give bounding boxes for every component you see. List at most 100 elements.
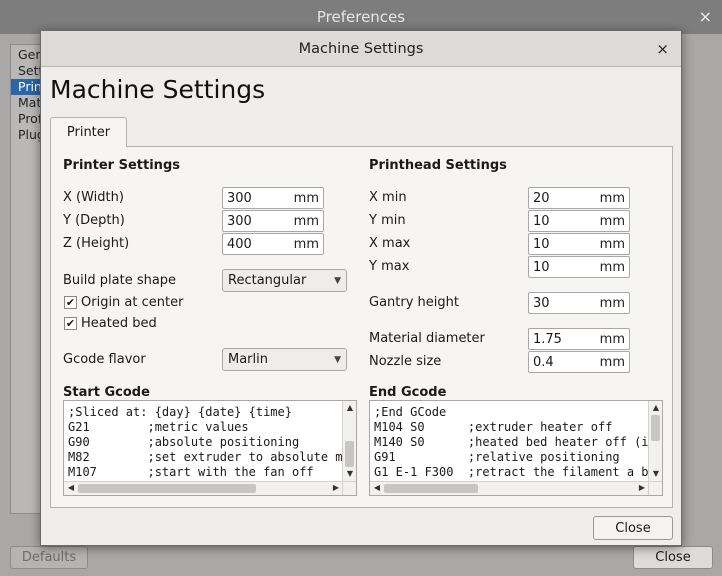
x-min-unit: mm (599, 190, 625, 206)
depth-label: Y (Depth) (63, 213, 125, 228)
scroll-thumb[interactable] (78, 484, 256, 493)
y-max-unit: mm (599, 259, 625, 275)
y-min-unit: mm (599, 213, 625, 229)
scrollbar-corner (342, 481, 356, 495)
x-max-label: X max (369, 236, 411, 251)
page-title: Machine Settings (50, 75, 266, 104)
scroll-thumb[interactable] (651, 415, 660, 441)
y-max-label: Y max (369, 259, 410, 274)
gcode-line: ;End GCode (374, 405, 447, 419)
scroll-up-icon[interactable]: ▲ (650, 403, 662, 412)
origin-center-label: Origin at center (81, 295, 184, 310)
start-gcode-title: Start Gcode (63, 385, 150, 400)
close-button[interactable]: Close (593, 516, 673, 540)
dialog-title: Machine Settings (298, 40, 424, 57)
start-gcode-horizontal-scrollbar[interactable]: ◀ ▶ (64, 481, 344, 495)
y-min-label: Y min (369, 213, 406, 228)
scroll-thumb[interactable] (384, 484, 478, 493)
heated-bed-label: Heated bed (81, 316, 157, 331)
scroll-thumb[interactable] (345, 441, 354, 467)
width-unit: mm (293, 190, 319, 206)
build-plate-label: Build plate shape (63, 273, 177, 288)
origin-center-checkbox[interactable]: ✔ (64, 296, 77, 309)
scroll-left-icon[interactable]: ◀ (65, 483, 77, 492)
scroll-left-icon[interactable]: ◀ (371, 483, 383, 492)
scroll-right-icon[interactable]: ▶ (636, 483, 648, 492)
start-gcode-text: ;Sliced at: {day} {date} {time} G21 ;met… (68, 405, 343, 481)
x-max-unit: mm (599, 236, 625, 252)
start-gcode-editor[interactable]: ;Sliced at: {day} {date} {time} G21 ;met… (63, 400, 357, 496)
heated-bed-checkbox[interactable]: ✔ (64, 317, 77, 330)
material-diameter-value: 1.75 (533, 331, 562, 347)
chevron-down-icon: ▼ (334, 275, 341, 286)
tab-panel: Printer Settings X (Width) 300 mm Y (Dep… (50, 146, 673, 508)
material-diameter-unit: mm (599, 331, 625, 347)
material-diameter-label: Material diameter (369, 331, 485, 346)
gcode-flavor-value: Marlin (228, 352, 268, 367)
depth-value: 300 (227, 213, 252, 229)
gcode-line: ;Sliced at: {day} {date} {time} (68, 405, 292, 419)
height-field[interactable]: 400 mm (222, 233, 324, 255)
height-label: Z (Height) (63, 236, 130, 251)
width-value: 300 (227, 190, 252, 206)
gantry-height-unit: mm (599, 295, 625, 311)
x-min-field[interactable]: 20 mm (528, 187, 630, 209)
close-icon[interactable]: × (656, 40, 669, 58)
height-value: 400 (227, 236, 252, 252)
end-gcode-horizontal-scrollbar[interactable]: ◀ ▶ (370, 481, 650, 495)
end-gcode-vertical-scrollbar[interactable]: ▲ ▼ (648, 401, 662, 481)
build-plate-value: Rectangular (228, 273, 307, 288)
nozzle-size-value: 0.4 (533, 354, 554, 370)
gcode-flavor-select[interactable]: Marlin ▼ (222, 348, 347, 371)
printhead-settings-title: Printhead Settings (369, 158, 507, 173)
x-min-value: 20 (533, 190, 550, 206)
nozzle-size-field[interactable]: 0.4 mm (528, 351, 630, 373)
gcode-line: G90 ;absolute positioning (68, 435, 300, 449)
close-icon[interactable]: × (699, 7, 712, 26)
gantry-height-field[interactable]: 30 mm (528, 292, 630, 314)
gcode-flavor-label: Gcode flavor (63, 352, 146, 367)
preferences-title: Preferences (316, 8, 406, 26)
scroll-up-icon[interactable]: ▲ (344, 403, 356, 412)
scroll-down-icon[interactable]: ▼ (344, 469, 356, 478)
start-gcode-vertical-scrollbar[interactable]: ▲ ▼ (342, 401, 356, 481)
preferences-titlebar: Preferences × (0, 0, 722, 34)
defaults-button[interactable]: Defaults (10, 546, 88, 569)
x-min-label: X min (369, 190, 407, 205)
height-unit: mm (293, 236, 319, 252)
nozzle-size-label: Nozzle size (369, 354, 442, 369)
material-diameter-field[interactable]: 1.75 mm (528, 328, 630, 350)
end-gcode-text: ;End GCode M104 S0 ;extruder heater off … (374, 405, 649, 481)
gcode-line: G1 E-1 F300 ;retract the filament a b (374, 465, 649, 479)
width-field[interactable]: 300 mm (222, 187, 324, 209)
gcode-line: G91 ;relative positioning (374, 450, 620, 464)
end-gcode-editor[interactable]: ;End GCode M104 S0 ;extruder heater off … (369, 400, 663, 496)
width-label: X (Width) (63, 190, 124, 205)
gcode-line: M107 ;start with the fan off (68, 465, 314, 479)
gcode-line: G21 ;metric values (68, 420, 249, 434)
dialog-titlebar: Machine Settings × (41, 31, 681, 67)
nozzle-size-unit: mm (599, 354, 625, 370)
printer-settings-title: Printer Settings (63, 158, 180, 173)
scrollbar-corner (648, 481, 662, 495)
gcode-line: M104 S0 ;extruder heater off (374, 420, 613, 434)
y-min-value: 10 (533, 213, 550, 229)
depth-unit: mm (293, 213, 319, 229)
gantry-height-label: Gantry height (369, 295, 459, 310)
x-max-field[interactable]: 10 mm (528, 233, 630, 255)
gantry-height-value: 30 (533, 295, 550, 311)
end-gcode-title: End Gcode (369, 385, 447, 400)
scroll-right-icon[interactable]: ▶ (330, 483, 342, 492)
machine-settings-dialog: Machine Settings × Machine Settings Prin… (40, 30, 682, 546)
depth-field[interactable]: 300 mm (222, 210, 324, 232)
x-max-value: 10 (533, 236, 550, 252)
gcode-line: M82 ;set extruder to absolute m (68, 450, 343, 464)
y-min-field[interactable]: 10 mm (528, 210, 630, 232)
tab-printer[interactable]: Printer (50, 117, 127, 147)
build-plate-select[interactable]: Rectangular ▼ (222, 269, 347, 292)
y-max-field[interactable]: 10 mm (528, 256, 630, 278)
preferences-close-button[interactable]: Close (633, 546, 713, 569)
scroll-down-icon[interactable]: ▼ (650, 469, 662, 478)
y-max-value: 10 (533, 259, 550, 275)
gcode-line: M140 S0 ;heated bed heater off (i (374, 435, 649, 449)
